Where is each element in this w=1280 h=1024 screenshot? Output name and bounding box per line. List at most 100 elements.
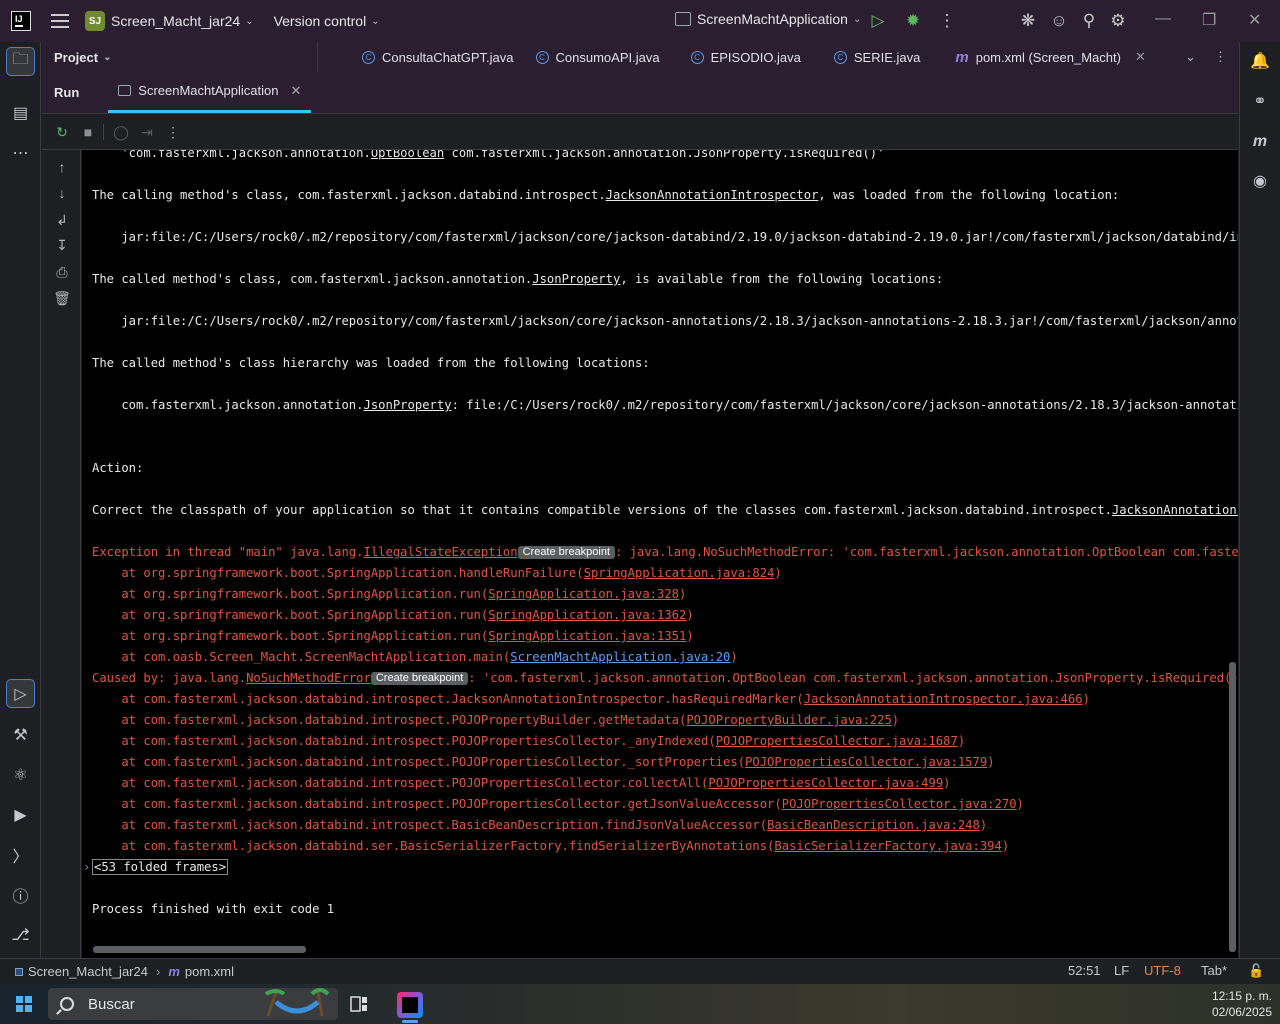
source-link[interactable]: JacksonAnnotationIntrospector.java:466 (804, 692, 1083, 706)
run-tool-icon[interactable]: ▷ (6, 679, 35, 708)
file-encoding[interactable]: UTF-8 (1144, 963, 1181, 978)
maven-icon[interactable]: m (1248, 130, 1272, 154)
source-link[interactable]: ScreenMachtApplication.java:20 (510, 650, 730, 664)
tab-episodio[interactable]: C EPISODIO.java (690, 42, 834, 72)
ai-assistant-icon[interactable]: ❋ (1018, 11, 1038, 31)
source-link[interactable]: POJOPropertyBuilder.java:225 (686, 713, 891, 727)
run-services-icon[interactable]: ▶ (6, 800, 35, 829)
exit-icon[interactable]: ⇥ (138, 123, 156, 141)
print-icon[interactable]: ⎙ (53, 263, 71, 281)
main-menu-icon[interactable] (51, 14, 69, 28)
exception-link[interactable]: NoSuchMethodError (246, 671, 371, 685)
problems-icon[interactable]: ⓘ (6, 880, 35, 909)
close-run-tab-icon[interactable]: ✕ (290, 83, 301, 99)
create-breakpoint-button[interactable]: Create breakpoint (517, 546, 616, 559)
gear-icon[interactable]: ⚙ (1108, 11, 1128, 31)
source-link[interactable]: BasicSerializerFactory.java:394 (774, 839, 1001, 853)
close-icon[interactable]: ✕ (1248, 10, 1261, 30)
horizontal-scrollbar[interactable] (93, 946, 306, 953)
console-line: jar:file:/C:/Users/rock0/.m2/repository/… (92, 230, 1238, 244)
breadcrumb-project[interactable]: Screen_Macht_jar24 (28, 964, 148, 979)
close-tab-icon[interactable]: ✕ (1135, 49, 1146, 65)
tab-pom-xml[interactable]: m pom.xml (Screen_Macht) ✕ (955, 42, 1167, 72)
build-icon[interactable]: ⚒ (6, 720, 35, 749)
clock-time: 12:15 p. m. (1211, 989, 1272, 1003)
ai-chat-icon[interactable]: ⚭ (1248, 90, 1272, 114)
trash-icon[interactable]: 🗑 (53, 289, 71, 307)
restore-icon[interactable]: ❐ (1202, 10, 1216, 30)
chevron-down-icon[interactable]: ⌄ (245, 16, 253, 27)
source-link[interactable]: POJOPropertiesCollector.java:1687 (716, 734, 958, 748)
debug-icon[interactable]: ✹ (903, 11, 923, 31)
source-link[interactable]: POJOPropertiesCollector.java:1579 (745, 755, 987, 769)
folder-icon[interactable]: 🗀 (6, 47, 35, 76)
run-icon[interactable]: ▷ (868, 11, 888, 31)
chevron-down-icon[interactable]: ⌄ (103, 52, 111, 63)
scroll-to-end-icon[interactable]: ↧ (53, 236, 71, 254)
windows-start-icon[interactable] (16, 996, 32, 1012)
git-icon[interactable]: ⎇ (6, 920, 35, 949)
add-user-icon[interactable]: ☺ (1049, 11, 1069, 31)
source-link[interactable]: POJOPropertiesCollector.java:499 (708, 776, 943, 790)
console-line: com.fasterxml.jackson.annotation.JsonPro… (92, 398, 1238, 412)
task-view-icon[interactable] (350, 995, 368, 1013)
console-output[interactable]: 'com.fasterxml.jackson.annotation.OptBoo… (82, 150, 1238, 958)
stack-trace-line: at com.fasterxml.jackson.databind.intros… (92, 776, 951, 790)
arrow-down-icon[interactable]: ↓ (53, 184, 71, 202)
tab-serie[interactable]: C SERIE.java (833, 42, 955, 72)
module-icon (15, 967, 23, 976)
indent-setting[interactable]: Tab* (1201, 963, 1227, 978)
notifications-icon[interactable]: 🔔 (1248, 50, 1272, 74)
cursor-position[interactable]: 52:51 (1068, 963, 1101, 978)
source-link[interactable]: BasicBeanDescription.java:248 (767, 818, 980, 832)
minimize-icon[interactable]: — (1155, 10, 1171, 28)
more-tools-icon[interactable]: ⋯ (6, 138, 35, 167)
project-badge[interactable]: SJ (85, 11, 105, 31)
console-line: The called method's class hierarchy was … (92, 356, 650, 370)
camera-icon[interactable]: ◯ (112, 123, 130, 141)
more-icon[interactable]: ⋮ (164, 123, 182, 141)
source-link[interactable]: SpringApplication.java:824 (584, 566, 775, 580)
copilot-icon[interactable]: ◉ (1248, 170, 1272, 194)
stop-icon[interactable]: ■ (79, 123, 97, 141)
more-actions-icon[interactable]: ⋮ (937, 11, 957, 31)
exception-link[interactable]: IllegalStateException (364, 545, 518, 559)
console-line: The called method's class, com.fasterxml… (92, 272, 944, 286)
breadcrumb-file[interactable]: pom.xml (185, 964, 234, 979)
search-icon[interactable]: ⚲ (1079, 11, 1099, 31)
intellij-taskbar-icon[interactable] (397, 992, 423, 1018)
source-link[interactable]: SpringApplication.java:1362 (488, 608, 686, 622)
vertical-scrollbar[interactable] (1229, 662, 1236, 952)
stack-trace-line: at org.springframework.boot.SpringApplic… (92, 566, 782, 580)
chevron-down-icon[interactable]: ⌄ (371, 16, 379, 27)
rerun-icon[interactable]: ↻ (53, 123, 71, 141)
create-breakpoint-button[interactable]: Create breakpoint (370, 672, 469, 685)
intellij-logo-icon (11, 11, 31, 31)
maven-icon: m (955, 48, 969, 66)
tab-consultachatgpt[interactable]: C ConsultaChatGPT.java (362, 42, 536, 72)
run-config-selector[interactable]: ScreenMachtApplication ⌄ (675, 11, 861, 27)
project-name[interactable]: Screen_Macht_jar24 (111, 13, 240, 29)
tab-label: ConsumoAPI.java (555, 49, 660, 65)
source-link[interactable]: POJOPropertiesCollector.java:270 (782, 797, 1017, 811)
soft-wrap-icon[interactable]: ↲ (53, 211, 71, 229)
class-icon: C (362, 50, 375, 64)
tabs-overflow-icon[interactable]: ⌄ ⋮ (1185, 49, 1227, 65)
folded-frames[interactable]: <53 folded frames> (92, 859, 229, 875)
services-icon[interactable]: ⚛ (6, 760, 35, 789)
tab-consumoapi[interactable]: C ConsumoAPI.java (535, 42, 691, 72)
line-separator[interactable]: LF (1114, 963, 1129, 978)
terminal-icon[interactable]: 〉 (6, 840, 35, 869)
arrow-up-icon[interactable]: ↑ (53, 158, 71, 176)
project-panel-header[interactable]: Project ⌄ (42, 42, 318, 72)
source-link[interactable]: SpringApplication.java:328 (488, 587, 679, 601)
source-link[interactable]: SpringApplication.java:1351 (488, 629, 686, 643)
version-control-menu[interactable]: Version control (274, 13, 367, 29)
stack-trace-line: at com.fasterxml.jackson.databind.intros… (92, 692, 1090, 706)
expand-frames-icon[interactable]: › (83, 859, 90, 875)
stack-trace-line: at com.fasterxml.jackson.databind.intros… (92, 713, 900, 727)
structure-icon[interactable]: ▤ (6, 98, 35, 127)
run-tab[interactable]: ScreenMachtApplication ✕ (108, 71, 312, 113)
lock-icon[interactable]: 🔓 (1248, 963, 1264, 979)
system-clock[interactable]: 12:15 p. m. 02/06/2025 (1212, 988, 1272, 1020)
